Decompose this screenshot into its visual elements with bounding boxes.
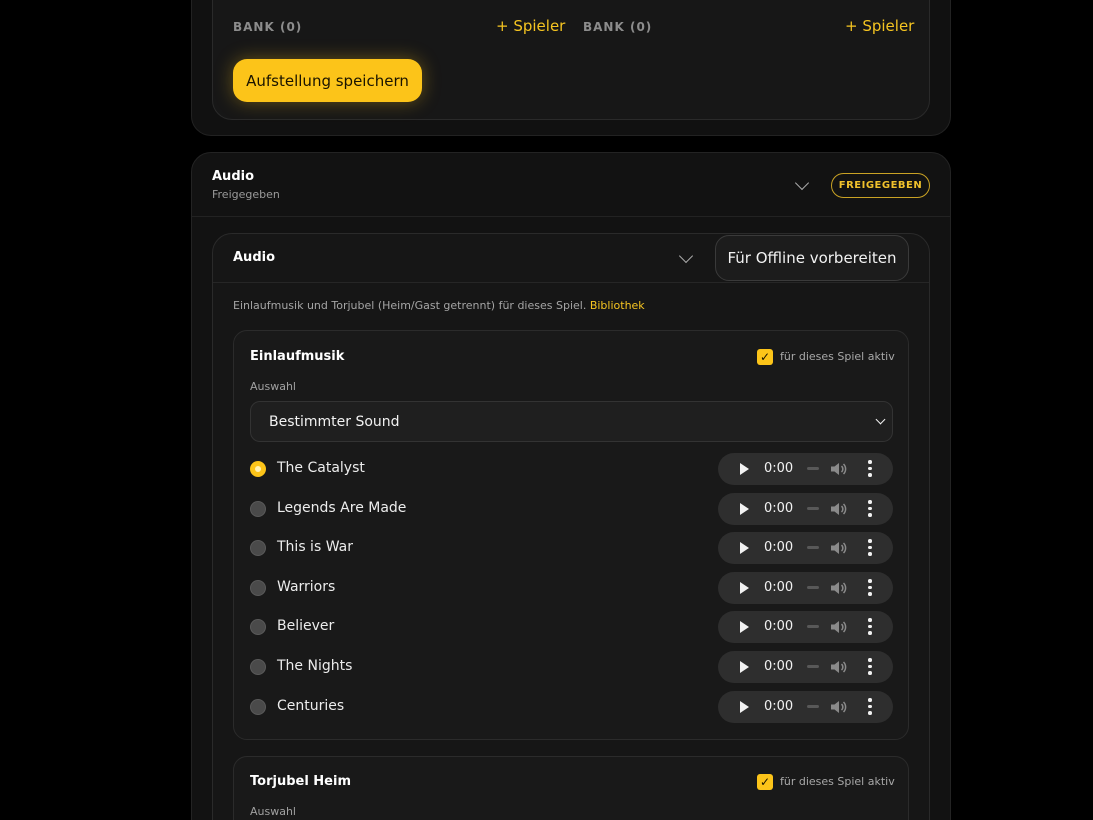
track-radio[interactable] bbox=[250, 699, 266, 715]
playback-time: 0:00 bbox=[764, 461, 794, 476]
track-radio[interactable] bbox=[250, 659, 266, 675]
track-name: This is War bbox=[277, 539, 353, 555]
track-radio[interactable] bbox=[250, 580, 266, 596]
audio-panel-title[interactable]: Audio bbox=[233, 250, 275, 265]
more-options-icon[interactable] bbox=[868, 460, 872, 478]
library-link[interactable]: Bibliothek bbox=[590, 299, 645, 312]
audio-section-title[interactable]: Audio bbox=[212, 169, 254, 184]
audio-description: Einlaufmusik und Torjubel (Heim/Gast get… bbox=[233, 299, 645, 312]
more-options-icon[interactable] bbox=[868, 579, 872, 597]
play-icon[interactable] bbox=[740, 582, 749, 594]
volume-icon[interactable] bbox=[830, 461, 848, 477]
add-player-right-button[interactable]: + Spieler bbox=[845, 17, 914, 35]
track-radio[interactable] bbox=[250, 501, 266, 517]
progress-track[interactable] bbox=[807, 705, 819, 708]
progress-track[interactable] bbox=[807, 625, 819, 628]
audio-player: 0:00 bbox=[718, 532, 893, 564]
volume-icon[interactable] bbox=[830, 501, 848, 517]
volume-icon[interactable] bbox=[830, 699, 848, 715]
track-name: Centuries bbox=[277, 698, 345, 714]
home-goal-title: Torjubel Heim bbox=[250, 774, 351, 789]
more-options-icon[interactable] bbox=[868, 539, 872, 557]
bank-left-label: BANK (0) bbox=[233, 20, 303, 34]
play-icon[interactable] bbox=[740, 701, 749, 713]
released-badge: FREIGEGEBEN bbox=[831, 173, 930, 198]
track-name: The Nights bbox=[277, 658, 353, 674]
play-icon[interactable] bbox=[740, 621, 749, 633]
bank-right-label: BANK (0) bbox=[583, 20, 653, 34]
audio-player: 0:00 bbox=[718, 453, 893, 485]
playback-time: 0:00 bbox=[764, 580, 794, 595]
audio-description-text: Einlaufmusik und Torjubel (Heim/Gast get… bbox=[233, 299, 587, 312]
play-icon[interactable] bbox=[740, 463, 749, 475]
progress-track[interactable] bbox=[807, 665, 819, 668]
select-chevron-down-icon bbox=[875, 414, 886, 424]
more-options-icon[interactable] bbox=[868, 618, 872, 636]
play-icon[interactable] bbox=[740, 542, 749, 554]
volume-icon[interactable] bbox=[830, 619, 848, 635]
playback-time: 0:00 bbox=[764, 540, 794, 555]
volume-icon[interactable] bbox=[830, 580, 848, 596]
audio-player: 0:00 bbox=[718, 493, 893, 525]
audio-section-status: Freigegeben bbox=[212, 188, 280, 201]
entrance-active-label: für dieses Spiel aktiv bbox=[780, 350, 895, 363]
audio-player: 0:00 bbox=[718, 611, 893, 643]
add-player-left-button[interactable]: + Spieler bbox=[496, 17, 565, 35]
home-goal-selection-label: Auswahl bbox=[250, 805, 296, 818]
entrance-sound-select-value: Bestimmter Sound bbox=[269, 413, 400, 430]
home-goal-active-label: für dieses Spiel aktiv bbox=[780, 775, 895, 788]
entrance-selection-label: Auswahl bbox=[250, 380, 296, 393]
playback-time: 0:00 bbox=[764, 659, 794, 674]
track-radio[interactable] bbox=[250, 540, 266, 556]
home-goal-active-checkbox[interactable]: ✓ bbox=[757, 774, 773, 790]
volume-icon[interactable] bbox=[830, 659, 848, 675]
progress-track[interactable] bbox=[807, 507, 819, 510]
more-options-icon[interactable] bbox=[868, 698, 872, 716]
entrance-active-checkbox[interactable]: ✓ bbox=[757, 349, 773, 365]
audio-header-divider bbox=[192, 216, 950, 217]
play-icon[interactable] bbox=[740, 661, 749, 673]
track-name: The Catalyst bbox=[277, 460, 365, 476]
track-name: Warriors bbox=[277, 579, 336, 595]
volume-icon[interactable] bbox=[830, 540, 848, 556]
audio-player: 0:00 bbox=[718, 651, 893, 683]
audio-player: 0:00 bbox=[718, 572, 893, 604]
track-radio[interactable] bbox=[250, 461, 266, 477]
playback-time: 0:00 bbox=[764, 501, 794, 516]
play-icon[interactable] bbox=[740, 503, 749, 515]
playback-time: 0:00 bbox=[764, 619, 794, 634]
more-options-icon[interactable] bbox=[868, 658, 872, 676]
audio-panel-divider bbox=[213, 282, 929, 283]
track-name: Believer bbox=[277, 618, 335, 634]
prepare-offline-button[interactable]: Für Offline vorbereiten bbox=[715, 235, 909, 281]
more-options-icon[interactable] bbox=[868, 500, 872, 518]
progress-track[interactable] bbox=[807, 586, 819, 589]
entrance-music-title: Einlaufmusik bbox=[250, 349, 345, 364]
save-lineup-button[interactable]: Aufstellung speichern bbox=[233, 59, 422, 102]
entrance-sound-select[interactable]: Bestimmter Sound bbox=[250, 401, 893, 442]
playback-time: 0:00 bbox=[764, 699, 794, 714]
audio-player: 0:00 bbox=[718, 691, 893, 723]
track-name: Legends Are Made bbox=[277, 500, 407, 516]
progress-track[interactable] bbox=[807, 546, 819, 549]
track-radio[interactable] bbox=[250, 619, 266, 635]
progress-track[interactable] bbox=[807, 467, 819, 470]
